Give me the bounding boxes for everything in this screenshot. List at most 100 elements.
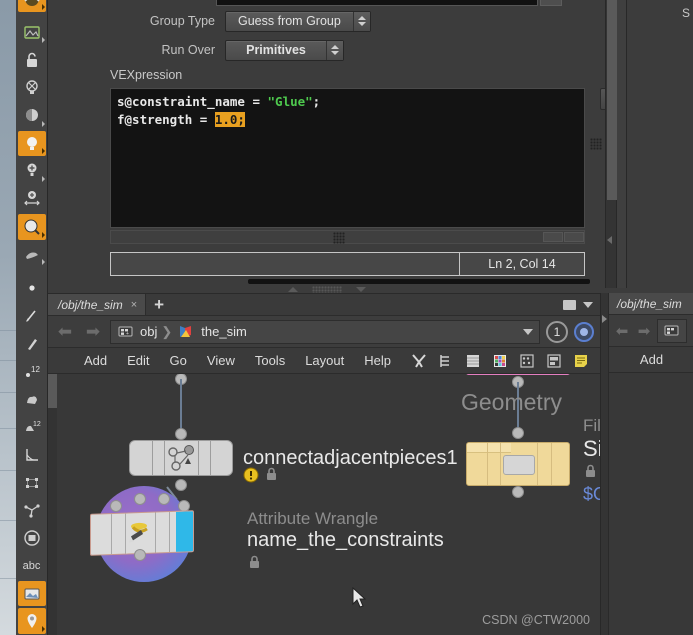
tool-view-icon[interactable] bbox=[17, 0, 46, 12]
param-mini-button[interactable] bbox=[540, 0, 562, 6]
code-underbar-button-2[interactable] bbox=[564, 232, 584, 242]
tools-wrench-icon[interactable] bbox=[410, 353, 428, 369]
code-resize-grip[interactable] bbox=[590, 138, 602, 150]
display-flag-icon[interactable] bbox=[574, 321, 594, 342]
param-menu-group-type[interactable]: Guess from Group bbox=[225, 10, 371, 32]
splitter-grip-icon[interactable] bbox=[311, 285, 342, 293]
geo-output-dot[interactable] bbox=[512, 486, 524, 498]
param-text-field-clipped[interactable] bbox=[216, 0, 538, 6]
menu-item-help[interactable]: Help bbox=[354, 353, 401, 368]
param-spinner-run-over[interactable] bbox=[326, 40, 343, 60]
tool-point-light-icon[interactable] bbox=[17, 130, 46, 157]
network-tab-the-sim[interactable]: /obj/the_sim × bbox=[48, 294, 147, 315]
menu-item-edit[interactable]: Edit bbox=[117, 353, 159, 368]
tool-light-off-icon[interactable] bbox=[18, 75, 46, 101]
network-pane-splitter[interactable] bbox=[600, 293, 608, 635]
menu-item-tools[interactable]: Tools bbox=[245, 353, 295, 368]
tool-brush-icon[interactable] bbox=[18, 331, 46, 357]
network-right-canvas[interactable] bbox=[609, 373, 693, 635]
dots-grid-icon[interactable] bbox=[518, 353, 536, 369]
status-message-field[interactable] bbox=[111, 253, 459, 275]
chevron-down-icon[interactable] bbox=[583, 301, 593, 308]
splitter-up-arrow-icon[interactable] bbox=[287, 286, 298, 292]
path-dropdown-icon[interactable] bbox=[523, 328, 533, 335]
node-graph-canvas[interactable]: connectadjacentpieces1 Attribute Wrangle… bbox=[57, 374, 600, 635]
splitter-down-arrow-icon[interactable] bbox=[355, 286, 366, 292]
wrangle-dot-b[interactable] bbox=[134, 493, 146, 505]
param-outer-scrollbar[interactable] bbox=[617, 0, 627, 288]
wrangle-dot-c[interactable] bbox=[158, 493, 170, 505]
warning-badge-icon[interactable] bbox=[243, 467, 259, 483]
list-tree-icon[interactable] bbox=[437, 353, 455, 369]
back-arrow-icon[interactable]: ⬅ bbox=[54, 322, 76, 342]
geo-input-dot[interactable] bbox=[512, 427, 524, 439]
tool-bounding-box-icon[interactable] bbox=[18, 470, 46, 496]
tool-lock-icon[interactable] bbox=[18, 47, 46, 73]
node-connectadjacentpieces1[interactable] bbox=[129, 440, 233, 476]
pane-collapse-arrow-icon[interactable] bbox=[607, 236, 612, 244]
tool-image-plane-icon[interactable] bbox=[18, 20, 46, 46]
tool-light-transform-icon[interactable] bbox=[18, 186, 46, 212]
code-underbar-grip[interactable] bbox=[333, 232, 345, 244]
menu-item-add[interactable]: Add bbox=[74, 353, 117, 368]
network-pin-count[interactable]: 1 bbox=[546, 320, 568, 343]
param-spinner-group-type[interactable] bbox=[352, 11, 370, 31]
param-label-group-type: Group Type bbox=[149, 14, 215, 28]
wrangle-dot-a[interactable] bbox=[110, 500, 122, 512]
tool-image-icon[interactable] bbox=[17, 580, 46, 607]
menu-item-layout[interactable]: Layout bbox=[295, 353, 354, 368]
tool-ambient-light-icon[interactable] bbox=[18, 103, 46, 129]
top-right-clipped-label: S bbox=[681, 6, 690, 20]
lock-icon-name-the-constraints[interactable] bbox=[248, 555, 261, 570]
breadcrumb-the-sim[interactable]: the_sim bbox=[176, 324, 247, 339]
param-scroll-thumb[interactable] bbox=[607, 0, 617, 200]
color-palette-icon[interactable] bbox=[491, 353, 509, 369]
param-vertical-scrollbar[interactable] bbox=[605, 0, 617, 288]
tool-measure-12-icon[interactable]: 12 bbox=[18, 359, 46, 385]
tool-marker-pin-icon[interactable] bbox=[17, 608, 46, 635]
network-vertical-scrollbar[interactable] bbox=[48, 374, 57, 635]
sticky-note-icon[interactable] bbox=[572, 353, 590, 369]
tool-text-abc-icon[interactable]: abc bbox=[18, 553, 46, 579]
right-menu-item-add[interactable]: Add bbox=[640, 352, 663, 367]
param-menu-run-over[interactable]: Primitives bbox=[225, 39, 344, 61]
menu-item-view[interactable]: View bbox=[197, 353, 245, 368]
save-layout-icon[interactable] bbox=[545, 353, 563, 369]
right-back-arrow-icon[interactable]: ⬅ bbox=[613, 322, 631, 340]
tool-hand-12-icon[interactable]: 12 bbox=[18, 414, 46, 440]
right-forward-arrow-icon[interactable]: ➡ bbox=[635, 322, 653, 340]
editor-status-row: Ln 2, Col 14 bbox=[110, 252, 585, 276]
tool-point-icon[interactable] bbox=[18, 275, 46, 301]
tool-add-light-icon[interactable] bbox=[18, 158, 46, 184]
network-right-path-field[interactable] bbox=[657, 318, 687, 343]
network-scroll-thumb[interactable] bbox=[48, 374, 57, 408]
tool-sticky-note-icon[interactable] bbox=[18, 525, 46, 551]
tool-axis-icon[interactable] bbox=[18, 497, 46, 523]
wrangle-dot-bottom[interactable] bbox=[134, 549, 146, 561]
menu-item-go[interactable]: Go bbox=[160, 353, 197, 368]
tool-curve-icon[interactable] bbox=[18, 303, 46, 329]
layers-icon[interactable] bbox=[464, 353, 482, 369]
vexpression-code-editor[interactable]: s@constraint_name = "Glue"; f@strength =… bbox=[110, 88, 585, 228]
lock-icon-connectadjacentpieces1[interactable] bbox=[265, 467, 278, 482]
tool-material-icon[interactable] bbox=[17, 213, 46, 240]
network-right-tab[interactable]: /obj/the_sim bbox=[609, 293, 693, 315]
code-underbar-button-1[interactable] bbox=[543, 232, 563, 242]
splitter-right-arrow-icon[interactable] bbox=[602, 315, 607, 323]
close-icon[interactable]: × bbox=[131, 299, 137, 311]
network-path-field[interactable]: + obj ❯ the_sim bbox=[110, 319, 540, 344]
node-output-dot-connect[interactable] bbox=[175, 479, 187, 491]
pane-splitter-horizontal[interactable] bbox=[48, 285, 605, 293]
tool-hand-icon[interactable] bbox=[18, 386, 46, 412]
new-tab-button[interactable]: + bbox=[146, 294, 172, 315]
param-horizontal-scrollbar[interactable] bbox=[248, 279, 590, 284]
tool-paint-icon[interactable] bbox=[18, 242, 46, 268]
lock-icon-geometry[interactable] bbox=[584, 464, 597, 479]
tool-angle-icon[interactable] bbox=[18, 442, 46, 468]
node-input-dot[interactable] bbox=[175, 428, 187, 440]
node-geometry[interactable] bbox=[466, 442, 570, 486]
breadcrumb-obj[interactable]: + obj bbox=[117, 324, 157, 339]
forward-arrow-icon[interactable]: ➡ bbox=[82, 322, 104, 342]
left-tool-shelf[interactable]: 12 12 abc bbox=[16, 0, 48, 635]
maximize-pane-icon[interactable] bbox=[563, 299, 576, 310]
